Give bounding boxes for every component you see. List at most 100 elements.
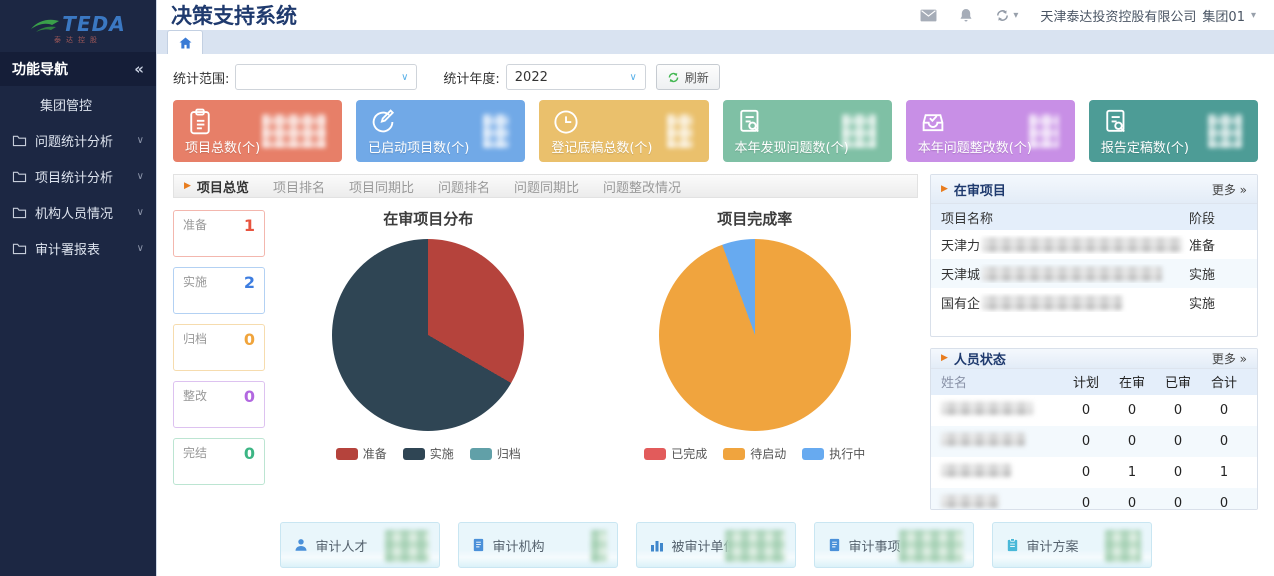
more-link[interactable]: 更多 » — [1212, 350, 1247, 367]
folder-icon — [12, 206, 27, 219]
cell-value: 1 — [1109, 465, 1155, 480]
company-menu[interactable]: 天津泰达投资控股有限公司 集团01 ▾ — [1040, 6, 1256, 25]
scope-select[interactable]: ∨ — [235, 64, 417, 90]
status-label: 准备 — [183, 216, 207, 251]
legend-label: 已完成 — [671, 445, 707, 462]
legend-swatch — [403, 448, 425, 460]
charts-row: 准备 1 实施 2 归档 0 — [173, 198, 918, 510]
tab-project-overview[interactable]: ▶ 项目总览 — [184, 177, 249, 196]
status-value: 0 — [244, 330, 255, 365]
sidebar-item-label: 机构人员情况 — [35, 203, 129, 222]
sidebar-collapse-icon[interactable]: « — [134, 60, 144, 78]
quick-link-label: 审计事项 — [849, 536, 901, 555]
tab-problem-ranking[interactable]: 问题排名 — [438, 177, 490, 196]
nav-header-label: 功能导航 — [12, 59, 68, 79]
inbox-check-icon — [918, 107, 948, 137]
status-label: 实施 — [183, 273, 207, 308]
logo-subtext: 泰达控股 — [54, 35, 102, 45]
legend-item-completed[interactable]: 已完成 — [644, 445, 707, 462]
panel-title: 在审项目 — [954, 180, 1212, 199]
legend-item-archive[interactable]: 归档 — [470, 445, 521, 462]
stat-card-started-projects: 已启动项目数(个) — [356, 100, 525, 162]
panel-marker-icon: ▶ — [941, 353, 948, 363]
quick-link-label: 审计人才 — [316, 536, 368, 555]
stat-card-final-reports: 报告定稿数(个) — [1089, 100, 1258, 162]
year-select[interactable]: 2022 ∨ — [506, 64, 646, 90]
main-area: 决策支持系统 ▾ 天津泰达投资控股有限公司 集团01 ▾ — [157, 0, 1274, 576]
mail-icon[interactable] — [920, 9, 937, 22]
active-tab-marker-icon: ▶ — [184, 181, 191, 191]
legend-swatch — [470, 448, 492, 460]
status-box-archive: 归档 0 — [173, 324, 265, 371]
sidebar-item-org-staff[interactable]: 机构人员情况 ∨ — [0, 194, 156, 230]
cell-value: 0 — [1155, 434, 1201, 449]
tab-project-yoy[interactable]: 项目同期比 — [349, 177, 414, 196]
legend-item-prepare[interactable]: 准备 — [336, 445, 387, 462]
top-header: 决策支持系统 ▾ 天津泰达投资控股有限公司 集团01 ▾ — [157, 0, 1274, 30]
project-name-prefix: 天津城 — [941, 264, 980, 283]
cell-value: 0 — [1109, 496, 1155, 511]
tab-problem-yoy[interactable]: 问题同期比 — [514, 177, 579, 196]
redacted-value — [899, 530, 963, 562]
cell-value: 0 — [1063, 434, 1109, 449]
legend-item-running[interactable]: 执行中 — [802, 445, 865, 462]
sidebar-item-group-control[interactable]: 集团管控 — [0, 86, 156, 122]
status-label: 整改 — [183, 387, 207, 422]
cell-value: 0 — [1109, 434, 1155, 449]
bell-icon[interactable] — [959, 8, 973, 23]
person-icon — [293, 537, 309, 553]
quick-link-audit-talent[interactable]: 审计人才 — [280, 522, 440, 568]
tab-problem-rectification[interactable]: 问题整改情况 — [603, 177, 681, 196]
clipboard-list-icon — [185, 107, 215, 137]
pie-completion-rate[interactable] — [659, 239, 851, 431]
legend-label: 实施 — [430, 445, 454, 462]
redacted-value — [1029, 114, 1059, 148]
chart-project-distribution: 在审项目分布 准备 实施 — [265, 206, 592, 510]
chart-completion-rate: 项目完成率 已完成 待启动 — [592, 206, 919, 510]
chart-legend: 已完成 待启动 执行中 — [644, 445, 865, 462]
legend-item-implement[interactable]: 实施 — [403, 445, 454, 462]
sidebar-item-label: 问题统计分析 — [35, 131, 129, 150]
caret-down-icon: ▾ — [1013, 10, 1018, 21]
project-name-prefix: 国有企 — [941, 293, 980, 312]
tab-project-ranking[interactable]: 项目排名 — [273, 177, 325, 196]
col-plan: 计划 — [1063, 372, 1109, 391]
project-stage: 准备 — [1189, 235, 1247, 254]
quick-link-audit-plans[interactable]: 审计方案 — [992, 522, 1152, 568]
doc-search-icon — [735, 107, 765, 137]
refresh-button[interactable]: 刷新 — [656, 64, 720, 90]
table-row[interactable]: 天津力 准备 — [931, 230, 1257, 259]
app-root: TEDA 泰达控股 功能导航 « 集团管控 问题统计分析 ∨ 项目统计分析 ∨ — [0, 0, 1274, 576]
quick-link-audit-matters[interactable]: 审计事项 — [814, 522, 974, 568]
sidebar-item-project-stats[interactable]: 项目统计分析 ∨ — [0, 158, 156, 194]
redacted-text — [982, 267, 1162, 281]
table-header-row: 姓名 计划 在审 已审 合计 — [931, 369, 1257, 395]
sidebar-item-problem-stats[interactable]: 问题统计分析 ∨ — [0, 122, 156, 158]
table-row[interactable]: 国有企 实施 — [931, 288, 1257, 317]
stat-card-label: 本年问题整改数(个) — [918, 137, 1032, 156]
panel-projects-under-audit: ▶ 在审项目 更多 » 项目名称 阶段 天津力 — [930, 174, 1258, 337]
more-link[interactable]: 更多 » — [1212, 181, 1247, 198]
col-project-name: 项目名称 — [941, 208, 1189, 227]
redacted-value — [1208, 114, 1242, 148]
edit-circle-icon — [368, 107, 398, 137]
tab-label: 项目总览 — [197, 177, 249, 196]
caret-down-icon: ▾ — [1251, 10, 1256, 21]
quick-link-audited-units[interactable]: 被审计单位 — [636, 522, 796, 568]
quick-link-audit-org[interactable]: 审计机构 — [458, 522, 618, 568]
legend-item-pending[interactable]: 待启动 — [723, 445, 786, 462]
chevron-down-icon: ∨ — [137, 207, 144, 218]
table-row[interactable]: 天津城 实施 — [931, 259, 1257, 288]
redacted-value — [483, 114, 509, 148]
pie-project-distribution[interactable] — [332, 239, 524, 431]
chart-title: 在审项目分布 — [383, 208, 473, 229]
year-select-value: 2022 — [515, 70, 548, 85]
table-row: 0 0 0 0 — [931, 426, 1257, 457]
logo-text: TEDA — [62, 14, 125, 34]
stat-card-projects-total: 项目总数(个) — [173, 100, 342, 162]
refresh-icon[interactable]: ▾ — [995, 8, 1018, 23]
sidebar-item-audit-reports[interactable]: 审计署报表 ∨ — [0, 230, 156, 266]
stat-card-label: 登记底稿总数(个) — [551, 137, 652, 156]
document-icon — [827, 537, 842, 553]
tab-home[interactable] — [167, 30, 203, 54]
